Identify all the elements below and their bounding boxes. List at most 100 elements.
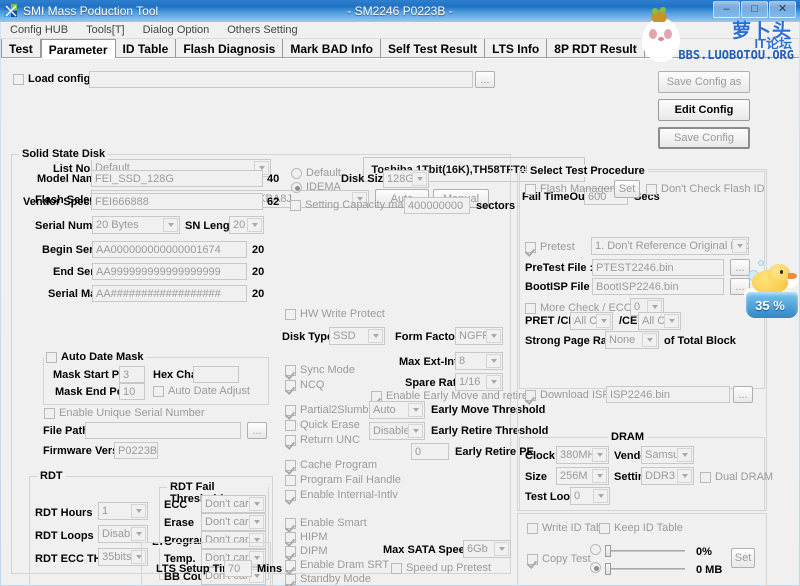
- flash-management-set-button[interactable]: Set: [614, 180, 640, 198]
- rdt-hours-combo[interactable]: 1: [98, 502, 148, 520]
- menu-item-config-hub[interactable]: Config HUB: [1, 23, 77, 37]
- tab-8p-rdt-result[interactable]: 8P RDT Result: [547, 39, 645, 57]
- window-controls: – □ ✕: [713, 1, 796, 18]
- copy-test-checkbox[interactable]: Copy Test: [527, 553, 591, 565]
- max-sata-speed-combo[interactable]: 6Gb: [463, 540, 511, 558]
- mask-start-pos-input[interactable]: 3: [119, 366, 145, 383]
- dram-test-loop-combo[interactable]: 0: [570, 487, 610, 505]
- strong-page-ratio-combo[interactable]: None: [605, 331, 659, 349]
- copy-test-set-button[interactable]: Set: [731, 548, 755, 568]
- copy-percent-radio[interactable]: [590, 544, 605, 555]
- disk-type-combo[interactable]: SSD: [329, 327, 385, 345]
- duck-progress-widget[interactable]: 35 %: [744, 258, 800, 322]
- dipm-checkbox[interactable]: DIPM: [285, 545, 328, 557]
- begin-serial-input[interactable]: AA000000000000001674: [92, 241, 247, 258]
- max-ext-intlv-combo[interactable]: 8: [455, 352, 503, 370]
- tab-parameter[interactable]: Parameter: [40, 39, 116, 58]
- download-isp-checkbox[interactable]: Download ISP: [525, 389, 610, 401]
- spare-ratio-combo[interactable]: 1/16: [455, 373, 503, 391]
- dont-check-flash-id-checkbox[interactable]: Don't Check Flash ID: [646, 183, 765, 195]
- cache-program-checkbox[interactable]: Cache Program: [285, 459, 377, 471]
- vendor-specific-input[interactable]: FEI666888: [91, 193, 263, 210]
- enable-smart-checkbox[interactable]: Enable Smart: [285, 517, 367, 529]
- pretest-file-input[interactable]: PTEST2246.bin: [592, 259, 724, 276]
- model-name-input[interactable]: FEI_SSD_128G: [91, 170, 263, 187]
- pretest-checkbox[interactable]: Pretest: [525, 241, 575, 253]
- hex-char-input[interactable]: [193, 366, 239, 383]
- file-path-input[interactable]: [85, 422, 241, 439]
- return-unc-checkbox[interactable]: Return UNC: [285, 434, 360, 446]
- form-factor-combo[interactable]: NGFF: [455, 327, 503, 345]
- slider-thumb[interactable]: [605, 545, 611, 557]
- enable-dram-srt-checkbox[interactable]: Enable Dram SRT: [285, 559, 389, 571]
- tab-lts-info[interactable]: LTS Info: [485, 39, 548, 57]
- tab-flash-diagnosis[interactable]: Flash Diagnosis: [176, 39, 284, 57]
- load-config-browse-button[interactable]: ...: [475, 71, 495, 88]
- hw-write-protect-checkbox[interactable]: HW Write Protect: [285, 308, 385, 320]
- download-isp-browse-button[interactable]: ...: [733, 386, 753, 403]
- pret-ch-combo[interactable]: All CH: [570, 312, 613, 330]
- mask-end-pos-input[interactable]: 10: [119, 383, 145, 400]
- sn-length-combo[interactable]: 20: [229, 216, 264, 234]
- max-sata-speed-value: 6Gb: [467, 543, 488, 555]
- menu-item-dialog-option[interactable]: Dialog Option: [134, 23, 219, 37]
- serial-number-combo[interactable]: 20 Bytes: [92, 216, 180, 234]
- copy-mb-radio[interactable]: [590, 562, 605, 573]
- enable-internal-intlv-checkbox[interactable]: Enable Internal-Intlv: [285, 489, 398, 501]
- capacity-mode-default-radio[interactable]: Default: [291, 167, 341, 179]
- close-button[interactable]: ✕: [769, 1, 796, 18]
- enable-unique-serial-checkbox[interactable]: Enable Unique Serial Number: [44, 407, 205, 419]
- standby-mode-checkbox[interactable]: Standby Mode: [285, 573, 371, 585]
- tab-id-table[interactable]: ID Table: [115, 39, 177, 57]
- menu-item-tools[interactable]: Tools[T]: [77, 23, 134, 37]
- tab-self-test-result[interactable]: Self Test Result: [381, 39, 486, 57]
- pret-ce-combo[interactable]: All CE: [638, 312, 681, 330]
- capacity-mode-idema-radio[interactable]: IDEMA: [291, 181, 341, 193]
- sync-mode-checkbox[interactable]: Sync Mode: [285, 364, 355, 376]
- download-isp-input[interactable]: ISP2246.bin: [606, 386, 730, 403]
- early-retire-threshold-combo[interactable]: Disable: [369, 422, 425, 440]
- early-retire-pe-input[interactable]: 0: [411, 443, 449, 460]
- load-config-input[interactable]: [89, 71, 473, 88]
- menu-item-others-setting[interactable]: Others Setting: [218, 23, 306, 37]
- dram-clock-combo[interactable]: 380MHZ: [556, 446, 609, 464]
- slider-thumb[interactable]: [605, 563, 611, 575]
- end-serial-input[interactable]: AA999999999999999999: [92, 263, 247, 280]
- edit-config-button[interactable]: Edit Config: [658, 99, 750, 121]
- program-fail-handle-checkbox[interactable]: Program Fail Handle: [285, 474, 401, 486]
- tab-mark-bad-info[interactable]: Mark BAD Info: [283, 39, 382, 57]
- bootisp-file-input[interactable]: BootISP2246.bin: [592, 278, 724, 295]
- firmware-version-input[interactable]: P0223B: [114, 442, 158, 459]
- auto-date-adjust-checkbox[interactable]: Auto Date Adjust: [153, 385, 250, 397]
- early-move-threshold-combo[interactable]: Auto: [369, 401, 425, 419]
- hipm-checkbox[interactable]: HIPM: [285, 531, 328, 543]
- rdt-erase-combo[interactable]: Don't care: [201, 513, 266, 531]
- keep-id-table-checkbox[interactable]: Keep ID Table: [599, 522, 683, 534]
- save-config-as-button[interactable]: Save Config as: [658, 71, 750, 93]
- setting-capacity-checkbox-box: [290, 199, 301, 211]
- save-config-button[interactable]: Save Config: [658, 127, 750, 149]
- rdt-ecc-combo[interactable]: Don't care: [201, 495, 266, 513]
- speed-up-pretest-checkbox[interactable]: Speed up Pretest: [391, 562, 491, 574]
- disk-size-combo[interactable]: 128GB: [383, 170, 429, 188]
- serial-mask-input[interactable]: AA##################: [92, 285, 247, 302]
- ncq-checkbox[interactable]: NCQ: [285, 379, 324, 391]
- dram-size-combo[interactable]: 256M: [556, 467, 609, 485]
- quick-erase-checkbox[interactable]: Quick Erase: [285, 419, 360, 431]
- copy-mb-slider[interactable]: [605, 563, 685, 575]
- capacity-input[interactable]: 400000000: [404, 197, 470, 214]
- auto-date-mask-checkbox[interactable]: Auto Date Mask: [44, 351, 146, 363]
- tab-test[interactable]: Test: [1, 39, 41, 57]
- pretest-mode-combo[interactable]: 1. Don't Reference Original Bad: [591, 237, 749, 255]
- rdt-loops-combo[interactable]: Disable: [98, 525, 148, 543]
- file-path-browse-button[interactable]: ...: [247, 422, 267, 439]
- partial2slumber-checkbox[interactable]: Partial2Slumber: [285, 404, 378, 416]
- standby-mode-label: Standby Mode: [300, 573, 371, 585]
- dual-dram-checkbox[interactable]: Dual DRAM: [700, 471, 773, 483]
- copy-percent-slider[interactable]: [605, 545, 685, 557]
- maximize-button[interactable]: □: [741, 1, 768, 18]
- dram-setting-combo[interactable]: DDR3: [641, 467, 694, 485]
- lts-setup-time-input[interactable]: 70: [224, 560, 252, 577]
- dram-vendor-combo[interactable]: Samsung: [641, 446, 694, 464]
- minimize-button[interactable]: –: [713, 1, 740, 18]
